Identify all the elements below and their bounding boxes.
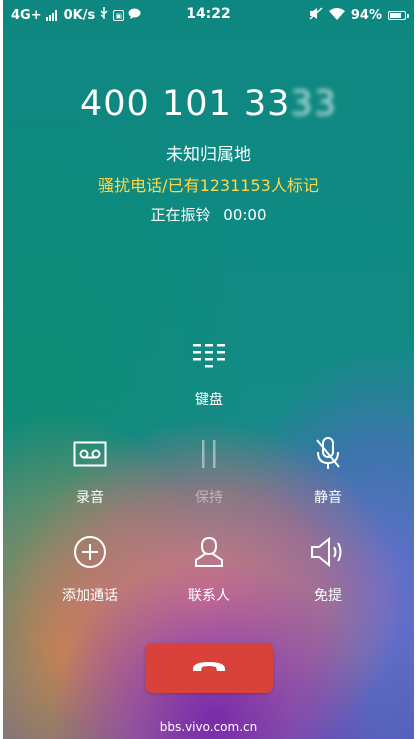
keypad-label: 键盘 [195,392,223,408]
caller-number: 400 101 3333 [3,84,414,124]
microphone-muted-icon [268,435,388,473]
add-call-button[interactable]: 添加通话 [30,533,150,605]
mute-button[interactable]: 静音 [268,435,388,507]
watermark: bbs.vivo.com.cn [159,720,258,734]
speaker-icon [268,533,388,571]
call-status-text: 正在振铃 [150,206,211,224]
add-circle-icon [30,533,150,571]
end-call-button[interactable] [145,643,273,693]
record-button[interactable]: 录音 [30,435,150,507]
caller-number-obscured: 33 [290,84,337,124]
mute-label: 静音 [314,490,342,506]
speaker-button[interactable]: 免提 [268,533,388,605]
call-duration: 00:00 [223,206,267,224]
battery-percent: 94% [350,8,382,23]
caller-location: 未知归属地 [166,145,251,165]
hold-button[interactable]: 保持 [149,435,269,507]
keypad-button[interactable]: 键盘 [149,337,269,409]
battery-icon [388,11,409,20]
record-label: 录音 [76,490,104,506]
recorder-icon [30,435,150,473]
contacts-button[interactable]: 联系人 [149,533,269,605]
hang-up-icon [190,658,228,678]
wifi-icon [328,7,345,24]
pause-icon [149,435,269,473]
silent-icon [309,7,323,24]
hold-label: 保持 [195,490,223,506]
add-call-label: 添加通话 [62,588,118,604]
spam-label: 骚扰电话/已有1231153人标记 [98,176,319,195]
contacts-label: 联系人 [188,588,230,604]
keypad-icon [149,337,269,375]
status-bar: 4G+ 0K/s ▣ 14:22 94% [3,0,414,30]
speaker-label: 免提 [314,588,342,604]
incoming-call-screen: 4G+ 0K/s ▣ 14:22 94% 400 101 3333 未知归属地 … [3,0,414,739]
call-status: 正在振铃 00:00 [3,204,414,225]
person-icon [149,533,269,571]
caller-number-visible: 400 101 33 [80,84,291,124]
